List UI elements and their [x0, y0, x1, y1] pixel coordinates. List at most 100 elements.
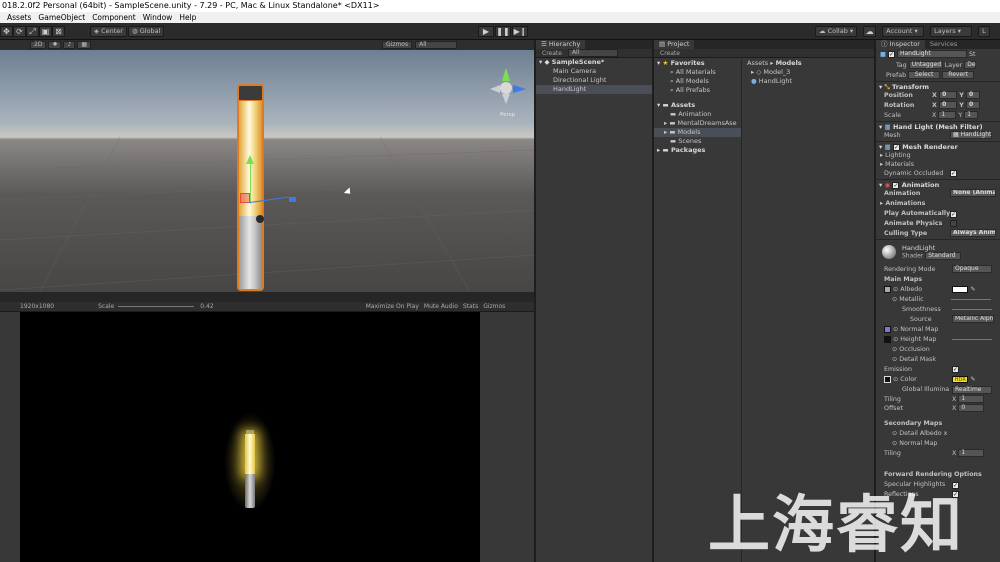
rendering-mode-dropdown[interactable]: Opaque: [952, 265, 992, 273]
play-auto-checkbox[interactable]: ✓: [950, 210, 957, 218]
step-icon[interactable]: ▶❙: [512, 26, 528, 37]
eyedropper-icon[interactable]: ✎: [970, 376, 975, 383]
maximize-on-play-toggle[interactable]: Maximize On Play: [366, 303, 419, 310]
smoothness-slider[interactable]: [952, 308, 992, 310]
inspector-tab[interactable]: ⓘ Inspector: [876, 40, 925, 49]
folder-scenes[interactable]: ▬ Scenes: [654, 137, 741, 146]
material-header[interactable]: HandLight Shader Standard: [876, 239, 1000, 263]
space-toggle[interactable]: ◍ Global: [127, 26, 165, 37]
height-map-slot[interactable]: [884, 335, 891, 343]
animations-foldout[interactable]: ▸ Animations: [876, 199, 1000, 209]
mesh-filter-header[interactable]: ▾ ▦ Hand Light (Mesh Filter): [876, 121, 1000, 131]
scene-gizmos-dropdown[interactable]: Gizmos: [382, 41, 413, 49]
prefab-revert-button[interactable]: Revert: [942, 71, 975, 79]
account-dropdown[interactable]: Account ▾: [882, 26, 925, 37]
layer-dropdown[interactable]: De: [964, 61, 977, 69]
pivot-toggle[interactable]: ◈ Center: [90, 26, 127, 37]
tiling-2-x-field[interactable]: 1: [958, 449, 985, 457]
animation-clip-field[interactable]: None (Anima: [950, 189, 996, 197]
menu-gameobject[interactable]: GameObject: [38, 12, 85, 23]
hierarchy-tab[interactable]: ☰ Hierarchy: [536, 40, 586, 49]
dynamic-occluded-checkbox[interactable]: ✓: [950, 169, 957, 177]
animation-checkbox[interactable]: ✓: [892, 181, 900, 189]
play-icon[interactable]: ▶: [478, 26, 494, 37]
move-tool-icon[interactable]: ✥: [0, 26, 13, 37]
cloud-icon[interactable]: ☁: [863, 26, 877, 37]
menu-window[interactable]: Window: [143, 12, 173, 23]
scene-light-icon[interactable]: ✹: [48, 41, 62, 49]
mesh-field[interactable]: ▦ HandLight: [950, 131, 992, 139]
orientation-gizmo-icon[interactable]: [488, 66, 528, 110]
albedo-color-swatch[interactable]: [952, 285, 969, 293]
rotation-y-field[interactable]: 0: [966, 101, 981, 109]
transform-tool-icon[interactable]: ⊠: [52, 26, 65, 37]
layers-dropdown[interactable]: Layers ▾: [930, 26, 973, 37]
pause-icon[interactable]: ❚❚: [495, 26, 511, 37]
menu-component[interactable]: Component: [92, 12, 136, 23]
file-model-3[interactable]: ▸ ◇ Model_3: [744, 68, 874, 77]
rotation-x-field[interactable]: 0: [939, 101, 958, 109]
scale-tool-icon[interactable]: ⤢: [26, 26, 39, 37]
z-arrow-icon[interactable]: [289, 197, 296, 202]
folder-models[interactable]: ▸ ▬ Models: [654, 128, 741, 137]
scene-fx-icon[interactable]: ▦: [77, 41, 91, 49]
stats-toggle[interactable]: Stats: [463, 303, 478, 310]
folder-mentaldreams[interactable]: ▸ ▬ MentalDreamsAse: [654, 119, 741, 128]
emission-color-swatch[interactable]: HDR: [952, 375, 969, 383]
materials-foldout[interactable]: ▸ Materials: [876, 160, 1000, 169]
position-x-field[interactable]: 0: [939, 91, 958, 99]
menu-assets[interactable]: Assets: [7, 12, 31, 23]
favorite-all-materials[interactable]: ⌕ All Materials: [654, 68, 741, 77]
favorite-all-prefabs[interactable]: ⌕ All Prefabs: [654, 86, 741, 95]
tiling-x-field[interactable]: 1: [958, 395, 985, 403]
hierarchy-create-button[interactable]: Create: [542, 50, 562, 57]
animate-physics-checkbox[interactable]: [950, 219, 957, 227]
hierarchy-item-handlight[interactable]: HandLight: [536, 85, 652, 94]
folder-animation[interactable]: ▬ Animation: [654, 110, 741, 119]
game-resolution-dropdown[interactable]: 1920x1080: [20, 303, 54, 310]
height-slider[interactable]: [952, 338, 993, 340]
breadcrumb-leaf[interactable]: Models: [776, 59, 802, 67]
project-breadcrumb[interactable]: Assets ▸ Models: [744, 59, 874, 68]
object-active-checkbox[interactable]: ✓: [887, 50, 895, 58]
mesh-renderer-header[interactable]: ▾ ▦ ✓ Mesh Renderer: [876, 141, 1000, 151]
xz-plane-handle[interactable]: [240, 193, 250, 203]
hierarchy-item-main-camera[interactable]: Main Camera: [536, 67, 652, 76]
shader-dropdown[interactable]: Standard: [925, 251, 962, 260]
scene-2d-toggle[interactable]: 2D: [30, 41, 47, 49]
y-axis-handle[interactable]: [250, 162, 251, 204]
mesh-renderer-checkbox[interactable]: ✓: [892, 143, 900, 151]
favorite-all-models[interactable]: ⌕ All Models: [654, 77, 741, 86]
global-illum-dropdown[interactable]: Realtime: [952, 386, 992, 394]
y-arrow-icon[interactable]: [246, 155, 254, 164]
lighting-foldout[interactable]: ▸ Lighting: [876, 151, 1000, 160]
object-name-field[interactable]: HandLight: [896, 50, 967, 58]
handlight-cap[interactable]: [237, 84, 264, 102]
persp-label[interactable]: Persp: [500, 112, 515, 118]
rotate-tool-icon[interactable]: ⟳: [13, 26, 26, 37]
layout-dropdown[interactable]: L: [978, 26, 990, 37]
culling-dropdown[interactable]: Always Animate: [950, 229, 996, 237]
hierarchy-item-directional-light[interactable]: Directional Light: [536, 76, 652, 85]
metallic-slider[interactable]: [951, 298, 992, 300]
tag-dropdown[interactable]: Untagged: [908, 61, 943, 69]
file-handlight[interactable]: ● HandLight: [744, 77, 874, 86]
scale-y-field[interactable]: 1: [964, 111, 979, 119]
packages-folder[interactable]: ▸ ▬ Packages: [654, 146, 741, 155]
hierarchy-search-input[interactable]: All: [567, 49, 618, 57]
collab-button[interactable]: ☁ Collab ▾: [815, 26, 858, 37]
assets-folder[interactable]: ▾ ▬ Assets: [654, 101, 741, 110]
scene-view[interactable]: Persp: [0, 50, 534, 292]
mute-audio-toggle[interactable]: Mute Audio: [424, 303, 458, 310]
offset-x-field[interactable]: 0: [958, 404, 985, 412]
game-scale-slider[interactable]: [118, 306, 195, 307]
scene-audio-icon[interactable]: ♪: [63, 41, 76, 49]
albedo-texture-slot[interactable]: [884, 285, 891, 293]
emission-checkbox[interactable]: ✓: [952, 365, 959, 373]
normal-map-slot[interactable]: [884, 325, 891, 333]
favorites-header[interactable]: ▾ ★ Favorites: [654, 59, 741, 68]
services-tab[interactable]: Services: [924, 40, 963, 49]
eyedropper-icon[interactable]: ✎: [970, 286, 975, 293]
scene-search-input[interactable]: All: [415, 41, 458, 49]
breadcrumb-root[interactable]: Assets: [747, 59, 768, 67]
